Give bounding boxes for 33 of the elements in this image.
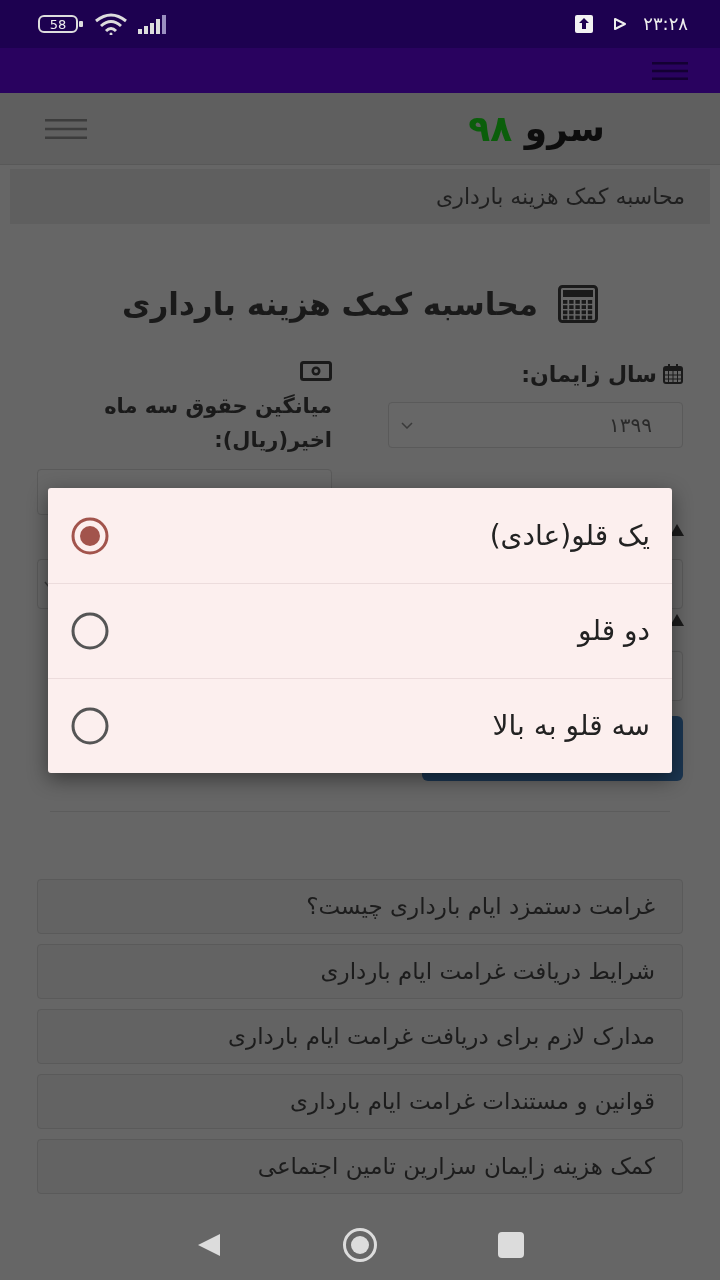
- home-icon[interactable]: [342, 1227, 378, 1263]
- radio-selected-icon[interactable]: [70, 515, 110, 556]
- field-icon: [669, 613, 685, 627]
- radio-icon[interactable]: [70, 611, 110, 651]
- field-label: میانگین حقوق سه ماه اخیر(ریال):: [103, 393, 332, 454]
- clock-time: ۲۳:۲۸: [643, 15, 688, 33]
- chevron-down-icon: [401, 421, 413, 429]
- play-icon: [613, 17, 628, 31]
- select-value: ۱۳۹۹: [609, 412, 652, 439]
- article-link[interactable]: غرامت دستمزد ایام بارداری چیست؟: [37, 879, 683, 934]
- calculator-icon: [557, 285, 598, 323]
- option-row[interactable]: دو قلو: [48, 583, 672, 678]
- option-label: سه قلو به بالا: [492, 708, 650, 744]
- breadcrumb-text[interactable]: محاسبه کمک هزینه بارداری: [436, 180, 685, 213]
- upload-icon: [575, 15, 594, 33]
- field-label: سال زایمان:: [521, 360, 657, 389]
- radio-icon[interactable]: [70, 706, 110, 746]
- article-link[interactable]: کمک هزینه زایمان سزارین تامین اجتماعی: [37, 1139, 683, 1194]
- article-link[interactable]: شرایط دریافت غرامت ایام بارداری: [37, 944, 683, 999]
- article-link[interactable]: مدارک لازم برای دریافت غرامت ایام بارداری: [37, 1009, 683, 1064]
- calendar-icon: [663, 364, 683, 384]
- option-row[interactable]: یک قلو(عادی): [48, 488, 672, 583]
- wifi-icon: [94, 13, 128, 35]
- back-icon[interactable]: [196, 1232, 222, 1258]
- year-select[interactable]: ۱۳۹۹: [388, 402, 683, 448]
- signal-icon: [138, 14, 168, 34]
- battery-indicator: 58: [38, 14, 84, 34]
- option-label: یک قلو(عادی): [489, 517, 650, 554]
- article-link[interactable]: قوانین و مستندات غرامت ایام بارداری: [37, 1074, 683, 1129]
- option-label: دو قلو: [578, 613, 650, 649]
- field-icon: [669, 523, 685, 537]
- banknote-icon: [300, 361, 332, 381]
- option-row[interactable]: سه قلو به بالا: [48, 678, 672, 773]
